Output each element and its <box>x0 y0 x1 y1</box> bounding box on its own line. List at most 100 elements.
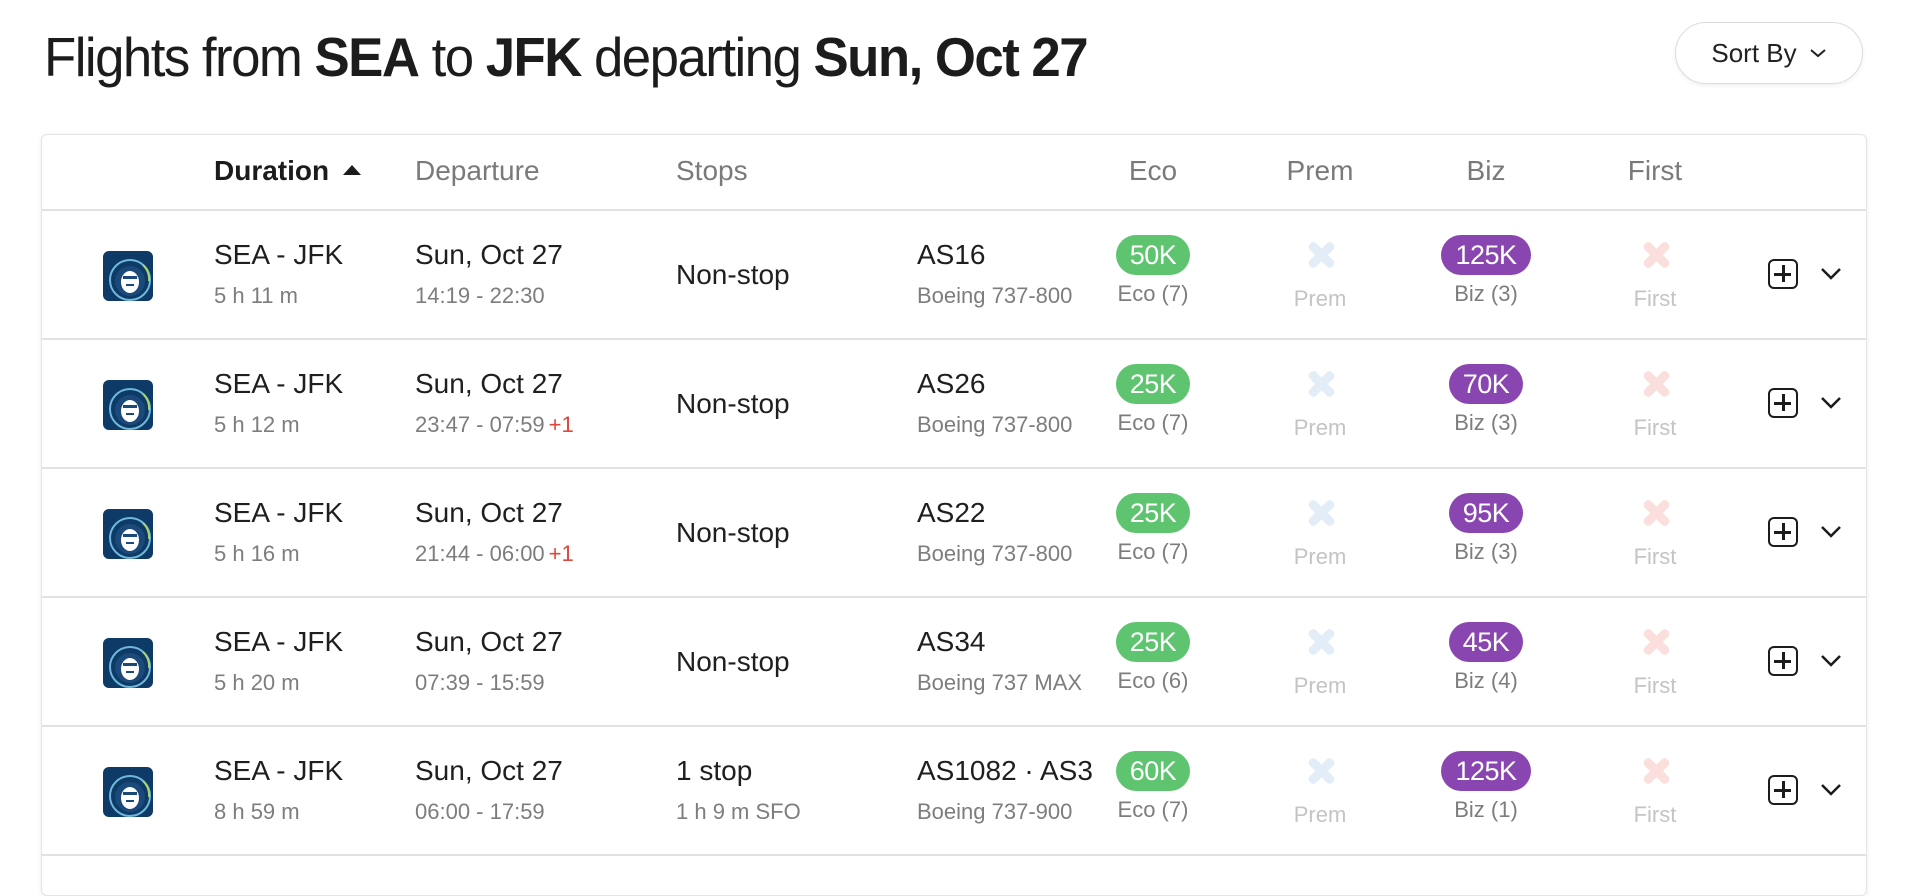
expand-chevron-icon[interactable] <box>1819 652 1843 668</box>
unavailable-x-icon <box>1300 364 1340 404</box>
fare-eco[interactable]: 50K Eco (7) <box>1083 235 1223 307</box>
expand-chevron-icon[interactable] <box>1819 394 1843 410</box>
stops: Non-stop <box>676 646 790 677</box>
page-title: Flights from SEA to JFK departing Sun, O… <box>44 22 1089 92</box>
departure-times: 21:44 - 06:00 +1 <box>415 541 574 567</box>
expand-chevron-icon[interactable] <box>1819 523 1843 539</box>
prem-seats-label: Prem <box>1293 802 1347 827</box>
aircraft: Boeing 737-900 <box>917 799 1073 824</box>
route: SEA - JFK <box>214 239 344 270</box>
route: SEA - JFK <box>214 368 344 399</box>
biz-seats-label: Biz (1) <box>1454 797 1518 822</box>
fare-eco[interactable]: 60K Eco (7) <box>1083 751 1223 823</box>
stops: Non-stop <box>676 517 790 548</box>
eco-price-badge[interactable]: 25K <box>1115 622 1191 662</box>
add-flight-button[interactable] <box>1768 517 1798 547</box>
column-header-duration[interactable]: Duration <box>214 155 362 187</box>
column-header-first[interactable]: First <box>1628 155 1682 187</box>
departure-times: 06:00 - 17:59 <box>415 799 549 825</box>
fare-eco[interactable]: 25K Eco (6) <box>1083 622 1223 694</box>
flight-row[interactable]: SEA - JFK 5 h 20 m Sun, Oct 27 07:39 - 1… <box>42 598 1866 727</box>
fare-first: First <box>1585 364 1725 441</box>
fare-prem: Prem <box>1250 364 1390 441</box>
route: SEA - JFK <box>214 626 344 657</box>
chevron-down-icon <box>1809 49 1826 58</box>
departure-date: Sun, Oct 27 <box>415 626 563 657</box>
eco-price-badge[interactable]: 60K <box>1115 751 1191 791</box>
unavailable-x-icon <box>1635 493 1675 533</box>
departure-times: 14:19 - 22:30 <box>415 283 549 309</box>
unavailable-x-icon <box>1635 622 1675 662</box>
sort-by-button[interactable]: Sort By <box>1675 22 1863 84</box>
add-flight-button[interactable] <box>1768 388 1798 418</box>
fare-first: First <box>1585 751 1725 828</box>
eco-price-badge[interactable]: 50K <box>1115 235 1191 275</box>
add-flight-button[interactable] <box>1768 259 1798 289</box>
eco-seats-label: Eco (7) <box>1117 281 1189 306</box>
airline-logo-icon <box>103 638 153 688</box>
flights-table: Duration Departure Stops Eco Prem Biz Fi… <box>41 134 1867 896</box>
column-header-departure[interactable]: Departure <box>415 155 540 187</box>
layover-detail: 1 h 9 m SFO <box>676 799 801 824</box>
column-header-biz[interactable]: Biz <box>1467 155 1506 187</box>
airline-logo-icon <box>103 509 153 559</box>
aircraft: Boeing 737-800 <box>917 283 1073 308</box>
fare-biz[interactable]: 125K Biz (1) <box>1416 751 1556 823</box>
sort-by-label: Sort By <box>1711 37 1797 68</box>
time-range: 21:44 - 06:00 <box>415 541 545 566</box>
biz-price-badge[interactable]: 70K <box>1448 364 1524 404</box>
unavailable-x-icon <box>1300 493 1340 533</box>
aircraft: Boeing 737-800 <box>917 412 1073 437</box>
departure-date: Sun, Oct 27 <box>415 497 563 528</box>
prem-seats-label: Prem <box>1293 415 1347 440</box>
flight-row[interactable]: SEA - JFK 5 h 16 m Sun, Oct 27 21:44 - 0… <box>42 469 1866 598</box>
column-header-eco[interactable]: Eco <box>1129 155 1177 187</box>
biz-seats-label: Biz (4) <box>1454 668 1518 693</box>
expand-chevron-icon[interactable] <box>1819 265 1843 281</box>
flight-row[interactable]: SEA - JFK 5 h 12 m Sun, Oct 27 23:47 - 0… <box>42 340 1866 469</box>
fare-eco[interactable]: 25K Eco (7) <box>1083 493 1223 565</box>
fare-biz[interactable]: 45K Biz (4) <box>1416 622 1556 694</box>
fare-biz[interactable]: 70K Biz (3) <box>1416 364 1556 436</box>
stops: Non-stop <box>676 388 790 419</box>
eco-price-badge[interactable]: 25K <box>1115 493 1191 533</box>
time-range: 23:47 - 07:59 <box>415 412 545 437</box>
first-seats-label: First <box>1633 673 1677 698</box>
biz-price-badge[interactable]: 95K <box>1448 493 1524 533</box>
prem-seats-label: Prem <box>1293 673 1347 698</box>
origin-code: SEA <box>314 26 420 88</box>
flight-row[interactable]: SEA - JFK 5 h 11 m Sun, Oct 27 14:19 - 2… <box>42 211 1866 340</box>
biz-seats-label: Biz (3) <box>1454 539 1518 564</box>
column-header-prem[interactable]: Prem <box>1287 155 1354 187</box>
title-part: to <box>418 26 486 88</box>
duration: 5 h 16 m <box>214 541 300 566</box>
add-flight-button[interactable] <box>1768 775 1798 805</box>
unavailable-x-icon <box>1635 751 1675 791</box>
flight-row[interactable]: SEA - JFK 8 h 59 m Sun, Oct 27 06:00 - 1… <box>42 727 1866 856</box>
departure-times: 23:47 - 07:59 +1 <box>415 412 574 438</box>
biz-price-badge[interactable]: 45K <box>1448 622 1524 662</box>
unavailable-x-icon <box>1300 751 1340 791</box>
first-seats-label: First <box>1633 544 1677 569</box>
fare-biz[interactable]: 95K Biz (3) <box>1416 493 1556 565</box>
aircraft: Boeing 737-800 <box>917 541 1073 566</box>
time-range: 06:00 - 17:59 <box>415 799 545 824</box>
column-label: Duration <box>214 155 330 186</box>
biz-price-badge[interactable]: 125K <box>1441 235 1531 275</box>
fare-eco[interactable]: 25K Eco (7) <box>1083 364 1223 436</box>
duration: 5 h 20 m <box>214 670 300 695</box>
add-flight-button[interactable] <box>1768 646 1798 676</box>
column-header-stops[interactable]: Stops <box>676 155 748 187</box>
sort-ascending-icon <box>343 164 362 175</box>
biz-price-badge[interactable]: 125K <box>1441 751 1531 791</box>
departure-times: 07:39 - 15:59 <box>415 670 549 696</box>
expand-chevron-icon[interactable] <box>1819 781 1843 797</box>
unavailable-x-icon <box>1300 235 1340 275</box>
route: SEA - JFK <box>214 755 344 786</box>
time-range: 07:39 - 15:59 <box>415 670 545 695</box>
table-header: Duration Departure Stops Eco Prem Biz Fi… <box>42 135 1866 211</box>
stops: 1 stop <box>676 755 753 786</box>
fare-biz[interactable]: 125K Biz (3) <box>1416 235 1556 307</box>
eco-price-badge[interactable]: 25K <box>1115 364 1191 404</box>
duration: 5 h 12 m <box>214 412 300 437</box>
